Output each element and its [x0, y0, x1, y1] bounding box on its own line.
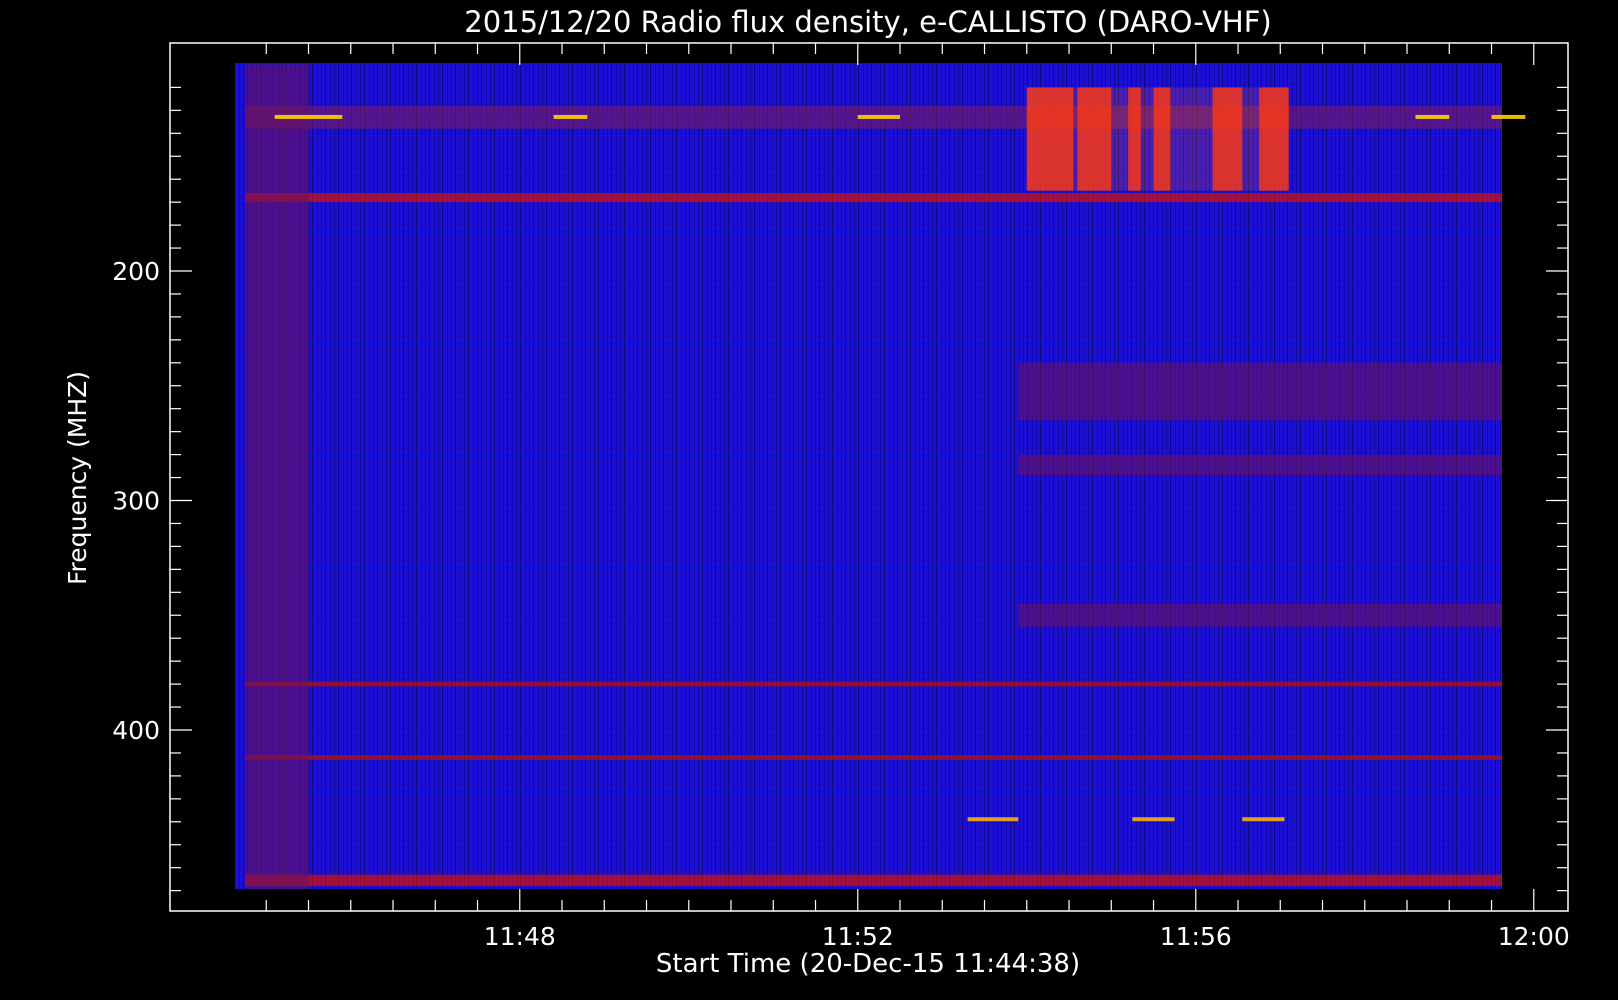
y-tick-label: 200 — [112, 257, 160, 286]
heatmap-hotspot — [1242, 817, 1285, 822]
x-tick-label: 11:48 — [484, 922, 556, 951]
x-tick-label: 11:52 — [822, 922, 894, 951]
heatmap-patch — [1018, 454, 1502, 476]
y-tick-label: 400 — [112, 716, 160, 745]
y-axis-label: Frequency (MHZ) — [63, 371, 92, 585]
x-tick-label: 12:00 — [1498, 922, 1570, 951]
burst-region — [1026, 87, 1289, 191]
heatmap-hotspot — [1491, 114, 1526, 119]
spectrogram-chart: 2015/12/20 Radio flux density, e-CALLIST… — [63, 5, 1570, 979]
heatmap-patch — [1018, 362, 1502, 421]
heatmap-hotspot — [1415, 114, 1450, 119]
x-axis-label: Start Time (20-Dec-15 11:44:38) — [656, 949, 1080, 979]
heatmap-hotspot — [274, 114, 343, 119]
heatmap-hotspot — [857, 114, 901, 119]
heatmap-hotspot — [553, 114, 588, 119]
heatmap-band — [245, 681, 1502, 687]
heatmap-band — [245, 874, 1502, 887]
heatmap-patch — [1018, 603, 1502, 627]
heatmap-column — [245, 64, 309, 889]
heatmap-hotspot — [1132, 817, 1175, 822]
heatmap-texture — [235, 63, 1502, 889]
chart-title: 2015/12/20 Radio flux density, e-CALLIST… — [464, 5, 1271, 39]
y-tick-label: 300 — [112, 487, 160, 516]
spectrogram-heatmap — [235, 63, 1526, 889]
heatmap-band — [245, 192, 1502, 203]
heatmap-band — [245, 755, 1502, 760]
x-tick-label: 11:56 — [1160, 922, 1232, 951]
heatmap-hotspot — [967, 817, 1019, 822]
